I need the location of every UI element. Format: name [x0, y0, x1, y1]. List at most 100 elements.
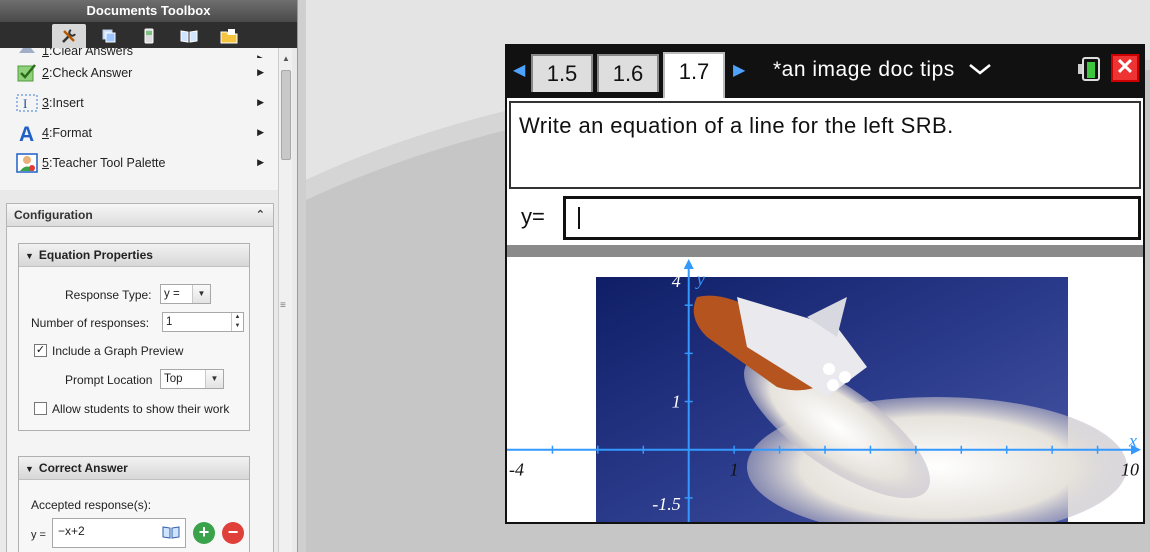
correct-answer-value: −x+2: [58, 524, 85, 538]
text-caret: [578, 207, 580, 229]
tab-page-sorter[interactable]: [92, 24, 126, 48]
tab-content-explorer[interactable]: [212, 24, 246, 48]
prompt-location-value: Top: [164, 373, 183, 385]
tab-page-1-5[interactable]: 1.5: [531, 54, 593, 92]
dropdown-arrow-icon: ▼: [205, 370, 223, 388]
previous-page-icon[interactable]: ◀: [513, 60, 525, 80]
format-icon: A: [14, 121, 40, 145]
y-min-label: -1.5: [652, 494, 681, 514]
number-of-responses-label: Number of responses:: [31, 316, 150, 330]
document-title-menu[interactable]: *an image doc tips: [773, 58, 993, 82]
equation-properties-header[interactable]: ▼ Equation Properties: [19, 244, 249, 267]
include-graph-label: Include a Graph Preview: [52, 344, 184, 358]
graph-canvas[interactable]: x y -4 10 1 4 1 -1.5: [507, 257, 1143, 522]
correct-answer-title: Correct Answer: [38, 461, 128, 475]
menu-item-insert[interactable]: I 3:Insert ▶: [0, 88, 278, 118]
teacher-icon: [14, 151, 40, 175]
menu-item-label: :Format: [48, 126, 93, 140]
include-graph-checkbox[interactable]: ✓: [34, 344, 47, 357]
stepper-arrows-icon[interactable]: ▲ ▼: [231, 313, 243, 331]
question-prompt: Write an equation of a line for the left…: [509, 101, 1141, 189]
y-axis-label: y: [695, 269, 705, 289]
scrollbar-thumb[interactable]: [281, 70, 291, 160]
toolbox-menu: 1:Clear Answers ▶ 2:Check Answer ▶ I 3:I…: [0, 48, 278, 190]
submenu-arrow-icon: ▶: [257, 157, 264, 167]
menu-item-number: 3: [42, 96, 49, 110]
book-icon: [180, 30, 197, 43]
menu-item-number: 1: [42, 48, 49, 58]
submenu-arrow-icon: ▶: [257, 67, 264, 77]
menu-item-number: 2: [42, 66, 49, 80]
folder-icon: [220, 29, 237, 44]
x-axis-label: x: [1128, 431, 1137, 451]
prompt-location-select[interactable]: Top ▼: [160, 369, 224, 389]
x-tick-label: 1: [730, 460, 739, 480]
remove-response-icon[interactable]: −: [222, 522, 244, 544]
answer-row: y=: [509, 192, 1141, 242]
svg-text:I: I: [23, 96, 27, 111]
eraser-icon: [14, 48, 40, 58]
allow-show-work-checkbox[interactable]: [34, 402, 47, 415]
document-window: ◀ 1.5 1.6 1.7 ▶ *an image doc tips ✕ Wri…: [505, 44, 1145, 524]
submenu-arrow-icon: ▶: [257, 97, 264, 107]
handheld-icon: [144, 28, 153, 44]
collapse-chevron-icon[interactable]: ⌃: [256, 204, 265, 226]
equation-properties-title: Equation Properties: [38, 248, 153, 262]
response-type-value: y =: [164, 288, 180, 300]
response-type-label: Response Type:: [65, 288, 152, 302]
svg-text:A: A: [19, 123, 34, 144]
menu-item-check-answer[interactable]: 2:Check Answer ▶: [0, 58, 278, 88]
answer-y-prefix: y=: [521, 204, 545, 229]
menu-item-teacher-tool-palette[interactable]: 5:Teacher Tool Palette ▶: [0, 148, 278, 178]
close-icon[interactable]: ✕: [1111, 54, 1139, 82]
splitter-grip-icon[interactable]: ≡: [280, 300, 286, 311]
accepted-responses-label: Accepted response(s):: [31, 498, 152, 512]
page-sorter-icon: [102, 29, 115, 43]
x-max-label: 10: [1121, 460, 1139, 480]
next-page-icon[interactable]: ▶: [733, 60, 745, 80]
menu-item-label: :Teacher Tool Palette: [48, 156, 166, 170]
add-response-icon[interactable]: +: [193, 522, 215, 544]
y-max-label: 4: [672, 271, 681, 291]
menu-item-format[interactable]: A 4:Format ▶: [0, 118, 278, 148]
configuration-header[interactable]: Configuration ⌃: [6, 203, 274, 227]
chevron-down-icon: [969, 64, 991, 75]
document-title: *an image doc tips: [773, 58, 955, 81]
allow-show-work-label: Allow students to show their work: [52, 402, 230, 416]
panel-divider[interactable]: [507, 245, 1143, 257]
expand-triangle-icon: ▼: [25, 464, 34, 474]
number-of-responses-value: 1: [166, 316, 173, 328]
insert-icon: I: [14, 91, 40, 115]
documents-toolbox: Documents Toolbox 1:Clear Answers ▶ 2:Ch…: [0, 0, 298, 552]
dropdown-arrow-icon: ▼: [192, 285, 210, 303]
configuration-title: Configuration: [14, 208, 93, 222]
y-axis-arrow-icon: [683, 259, 694, 269]
tools-icon: [61, 29, 76, 43]
number-of-responses-stepper[interactable]: 1 ▲ ▼: [162, 312, 244, 332]
response-type-select[interactable]: y = ▼: [160, 284, 211, 304]
menu-item-label: :Clear Answers: [48, 48, 134, 58]
graph-preview[interactable]: x y -4 10 1 4 1 -1.5: [507, 257, 1143, 522]
x-min-label: -4: [509, 460, 524, 480]
menu-item-number: 5: [42, 156, 49, 170]
answer-input[interactable]: [563, 196, 1141, 240]
menu-item-clear-answers[interactable]: 1:Clear Answers ▶: [0, 48, 278, 58]
scroll-up-icon[interactable]: ▲: [282, 54, 290, 63]
menu-item-label: :Check Answer: [48, 66, 133, 80]
expand-triangle-icon: ▼: [25, 251, 34, 261]
submenu-arrow-icon: ▶: [257, 127, 264, 137]
y-tick-label: 1: [672, 392, 681, 412]
toolbox-tab-bar: [0, 22, 297, 48]
prompt-location-label: Prompt Location: [65, 373, 153, 387]
tab-emulator[interactable]: [132, 24, 166, 48]
tab-utilities[interactable]: [172, 24, 206, 48]
menu-item-number: 4: [42, 126, 49, 140]
menu-item-label: :Insert: [48, 96, 84, 110]
math-templates-book-icon[interactable]: [162, 524, 180, 543]
tab-page-1-6[interactable]: 1.6: [597, 54, 659, 92]
answer-y-label: y =: [31, 529, 46, 541]
tab-tools[interactable]: [51, 24, 86, 48]
correct-answer-header[interactable]: ▼ Correct Answer: [19, 457, 249, 480]
tab-page-1-7[interactable]: 1.7: [663, 52, 725, 98]
toolbox-title: Documents Toolbox: [0, 0, 297, 22]
